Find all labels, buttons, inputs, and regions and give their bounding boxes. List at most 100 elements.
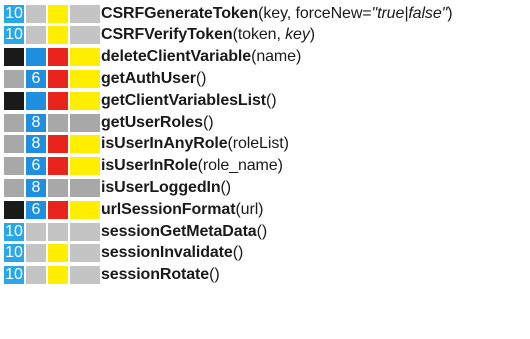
close-paren: ) bbox=[271, 91, 277, 109]
version-badge bbox=[70, 135, 100, 154]
version-badge: 8 bbox=[26, 113, 46, 132]
function-row[interactable]: 6 urlSessionFormat(url) bbox=[4, 200, 526, 219]
version-badge bbox=[70, 26, 100, 45]
version-badges: 8 bbox=[4, 113, 101, 132]
function-row[interactable]: 6 isUserInRole(role_name) bbox=[4, 156, 526, 176]
function-args: url bbox=[240, 200, 259, 218]
function-name[interactable]: isUserInRole bbox=[101, 157, 198, 174]
close-paren: ) bbox=[447, 4, 453, 22]
function-name[interactable]: sessionRotate bbox=[101, 266, 209, 283]
version-badge bbox=[70, 70, 100, 89]
function-signature[interactable]: getAuthUser() bbox=[101, 70, 206, 88]
function-signature[interactable]: CSRFGenerateToken(key, forceNew="true|fa… bbox=[101, 4, 453, 23]
function-row[interactable]: 10 sessionRotate() bbox=[4, 265, 526, 285]
version-badge bbox=[48, 135, 68, 154]
function-signature[interactable]: sessionInvalidate() bbox=[101, 244, 243, 262]
version-badge bbox=[26, 222, 46, 241]
function-name[interactable]: sessionInvalidate bbox=[101, 244, 233, 261]
function-signature[interactable]: getUserRoles() bbox=[101, 113, 214, 132]
version-badge bbox=[70, 157, 100, 176]
version-badge bbox=[70, 222, 100, 241]
version-badge bbox=[26, 48, 46, 67]
function-name[interactable]: urlSessionFormat bbox=[101, 201, 236, 218]
version-badges: 10 bbox=[4, 26, 101, 45]
close-paren: ) bbox=[208, 113, 214, 131]
version-badge bbox=[4, 70, 24, 89]
function-row[interactable]: getClientVariablesList() bbox=[4, 91, 526, 110]
function-name[interactable]: getAuthUser bbox=[101, 70, 196, 87]
function-args: roleList bbox=[232, 135, 284, 153]
version-badge: 10 bbox=[4, 26, 24, 45]
function-row[interactable]: 10 CSRFVerifyToken(token, key) bbox=[4, 26, 526, 45]
function-signature[interactable]: sessionRotate() bbox=[101, 266, 220, 284]
version-badge bbox=[26, 4, 46, 23]
version-badge bbox=[70, 266, 100, 285]
function-name[interactable]: CSRFVerifyToken bbox=[101, 26, 233, 43]
function-name[interactable]: sessionGetMetaData bbox=[101, 223, 257, 240]
version-badge bbox=[70, 178, 100, 197]
function-name[interactable]: isUserInAnyRole bbox=[101, 135, 228, 152]
version-badge bbox=[48, 4, 68, 23]
function-signature[interactable]: sessionGetMetaData() bbox=[101, 223, 267, 241]
function-name[interactable]: deleteClientVariable bbox=[101, 48, 251, 65]
function-row[interactable]: 10 sessionGetMetaData() bbox=[4, 222, 526, 241]
version-badges bbox=[4, 48, 101, 67]
version-badge bbox=[26, 266, 46, 285]
version-badge bbox=[26, 26, 46, 45]
version-badge bbox=[70, 200, 100, 219]
version-badge bbox=[70, 113, 100, 132]
function-row[interactable]: 8 isUserLoggedIn() bbox=[4, 178, 526, 197]
function-signature[interactable]: CSRFVerifyToken(token, key) bbox=[101, 26, 315, 44]
close-paren: ) bbox=[214, 266, 220, 284]
version-badges: 6 bbox=[4, 157, 101, 176]
function-name[interactable]: CSRFGenerateToken bbox=[101, 5, 258, 22]
function-name[interactable]: isUserLoggedIn bbox=[101, 179, 221, 196]
version-badge bbox=[48, 26, 68, 45]
close-paren: ) bbox=[261, 222, 268, 240]
function-name[interactable]: getClientVariablesList bbox=[101, 92, 266, 109]
function-row[interactable]: deleteClientVariable(name) bbox=[4, 48, 526, 67]
close-paren: ) bbox=[225, 178, 231, 196]
version-badge bbox=[70, 4, 100, 23]
version-badge: 6 bbox=[26, 70, 46, 89]
version-badge bbox=[4, 48, 24, 67]
function-signature[interactable]: getClientVariablesList() bbox=[101, 91, 277, 110]
close-paren: ) bbox=[201, 70, 207, 88]
version-badge bbox=[48, 222, 68, 241]
function-signature[interactable]: deleteClientVariable(name) bbox=[101, 48, 301, 66]
function-name[interactable]: getUserRoles bbox=[101, 114, 203, 131]
function-args: name bbox=[256, 48, 296, 66]
close-paren: ) bbox=[295, 48, 302, 66]
function-signature[interactable]: urlSessionFormat(url) bbox=[101, 201, 263, 219]
close-paren: ) bbox=[258, 200, 264, 218]
version-badge bbox=[48, 266, 68, 285]
version-badge bbox=[48, 48, 68, 67]
version-badge bbox=[48, 157, 68, 176]
function-signature[interactable]: isUserInRole(role_name) bbox=[101, 157, 283, 175]
function-signature[interactable]: isUserInAnyRole(roleList) bbox=[101, 135, 289, 153]
function-row[interactable]: 10 sessionInvalidate() bbox=[4, 244, 526, 263]
close-paren: ) bbox=[283, 135, 289, 153]
version-badges: 6 bbox=[4, 200, 101, 219]
close-paren: ) bbox=[237, 244, 244, 262]
function-row[interactable]: 8 getUserRoles() bbox=[4, 113, 526, 132]
close-paren: ) bbox=[277, 157, 283, 175]
version-badge bbox=[4, 113, 24, 132]
function-args: role_name bbox=[202, 157, 278, 175]
function-signature[interactable]: isUserLoggedIn() bbox=[101, 179, 231, 197]
function-list: 10 CSRFGenerateToken(key, forceNew="true|… bbox=[4, 4, 526, 287]
version-badge bbox=[26, 91, 46, 110]
optional-args: "true|false" bbox=[371, 4, 448, 22]
function-row[interactable]: 6 getAuthUser() bbox=[4, 69, 526, 89]
version-badges: 6 bbox=[4, 70, 101, 89]
function-row[interactable]: 10 CSRFGenerateToken(key, forceNew="true|… bbox=[4, 4, 526, 23]
version-badges bbox=[4, 91, 101, 110]
version-badge: 8 bbox=[26, 135, 46, 154]
version-badge: 8 bbox=[26, 178, 46, 197]
function-row[interactable]: 8 isUserInAnyRole(roleList) bbox=[4, 135, 526, 154]
version-badge: 6 bbox=[26, 157, 46, 176]
version-badge bbox=[48, 178, 68, 197]
function-args: key, forceNew= bbox=[263, 4, 372, 22]
version-badges: 10 bbox=[4, 244, 101, 263]
version-badge bbox=[48, 70, 68, 89]
